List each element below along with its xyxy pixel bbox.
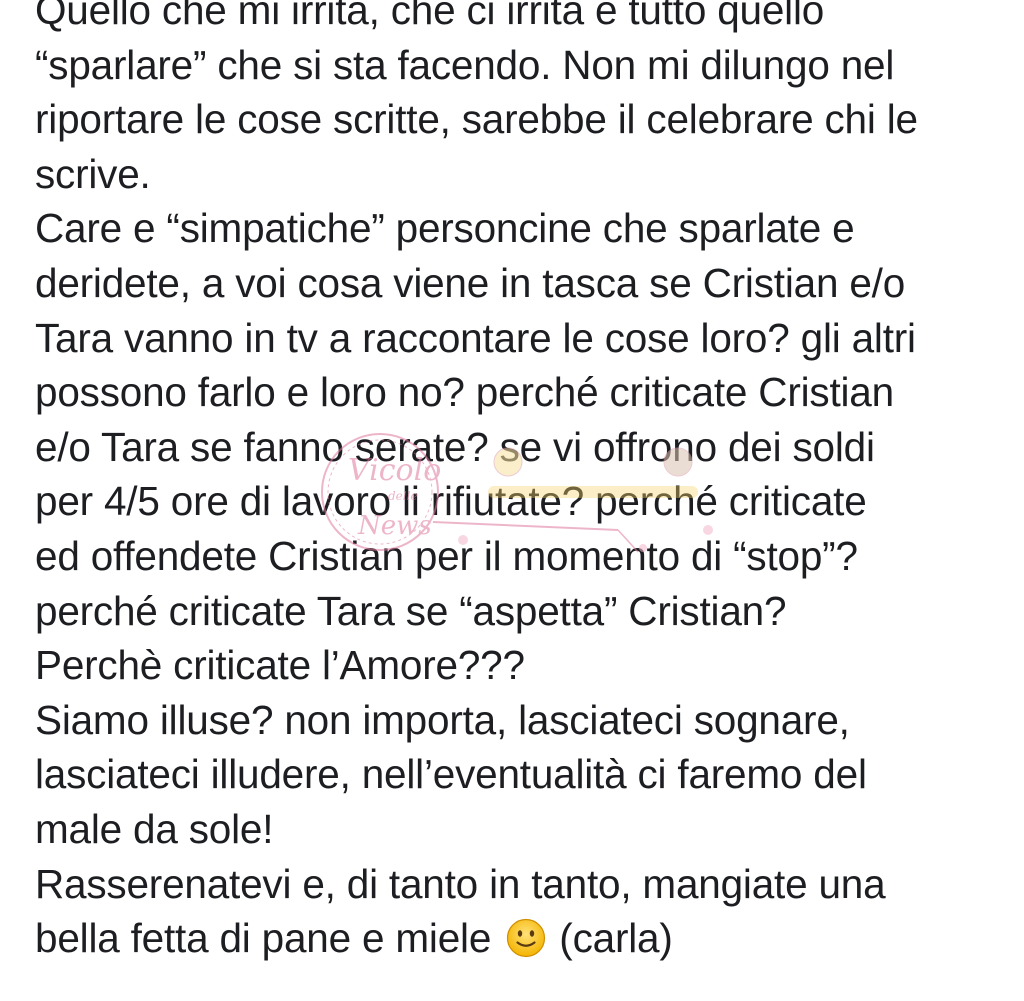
post-line: perché criticate Tara se “aspetta” Crist… bbox=[35, 587, 787, 634]
post-line: scrive. bbox=[35, 150, 151, 197]
post-line: lasciateci illudere, nell’eventualità ci… bbox=[35, 751, 867, 798]
post-line: Perchè criticate l’Amore??? bbox=[35, 642, 525, 689]
slightly-smiling-face-icon bbox=[507, 918, 546, 958]
post-line: Quello che mi irrita, che ci irrita è tu… bbox=[35, 0, 825, 33]
post-line: “sparlare” che si sta facendo. Non mi di… bbox=[35, 41, 895, 88]
post-line: Care e “simpatiche” personcine che sparl… bbox=[35, 205, 855, 252]
post-line: Siamo illuse? non importa, lasciateci so… bbox=[35, 696, 850, 743]
post-line: Tara vanno in tv a raccontare le cose lo… bbox=[35, 314, 916, 361]
post-signature: (carla) bbox=[559, 915, 673, 962]
post-last-line: bella fetta di pane e miele (carla) bbox=[35, 911, 1010, 966]
post-line: Rasserenatevi e, di tanto in tanto, mang… bbox=[35, 860, 886, 907]
post-line: e/o Tara se fanno serate? se vi offrono … bbox=[35, 423, 875, 470]
post-text: Quello che mi irrita, che ci irrita è tu… bbox=[35, 0, 1010, 966]
post-line: male da sole! bbox=[35, 805, 274, 852]
post-line: riportare le cose scritte, sarebbe il ce… bbox=[35, 96, 918, 143]
post-last-line-text: bella fetta di pane e miele bbox=[35, 915, 492, 962]
post-line: per 4/5 ore di lavoro li rifiutate? perc… bbox=[35, 478, 867, 525]
post-line: possono farlo e loro no? perché criticat… bbox=[35, 369, 894, 416]
post-line: deridete, a voi cosa viene in tasca se C… bbox=[35, 259, 906, 306]
post-line: ed offendete Cristian per il momento di … bbox=[35, 532, 858, 579]
